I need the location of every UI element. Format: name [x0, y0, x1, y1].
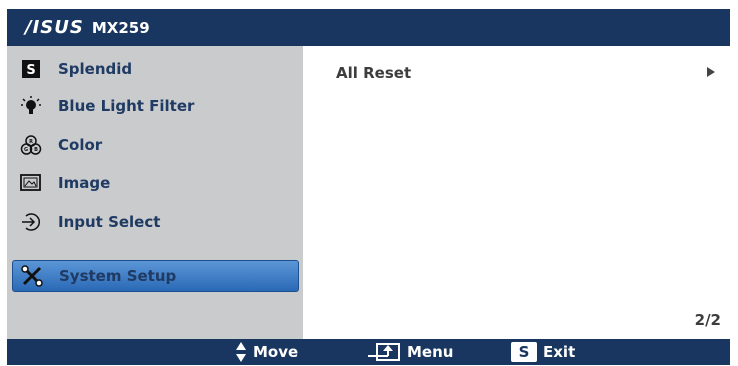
- sidebar-item-label: Blue Light Filter: [58, 97, 195, 115]
- sidebar-item-label: Input Select: [58, 213, 161, 231]
- sidebar-item-label: System Setup: [59, 267, 177, 285]
- osd-menu: /ISUS MX259 S Splendid Blue Light Filter…: [7, 9, 730, 365]
- all-reset-option[interactable]: All Reset: [336, 64, 716, 82]
- move-hint: Move: [235, 339, 298, 365]
- main-panel: All Reset 2/2: [303, 46, 730, 339]
- sidebar-item-image[interactable]: Image: [12, 167, 299, 199]
- sidebar-item-splendid[interactable]: S Splendid: [12, 53, 299, 85]
- svg-text:R: R: [29, 139, 33, 145]
- exit-label: Exit: [543, 343, 576, 361]
- sidebar: S Splendid Blue Light Filter R G B Color…: [7, 46, 303, 339]
- splendid-s-icon: S: [20, 58, 42, 80]
- up-down-arrows-icon: [235, 341, 247, 363]
- osd-footer: Move Menu S Exit: [7, 339, 730, 365]
- model-name: MX259: [91, 18, 150, 37]
- sidebar-item-label: Color: [58, 136, 103, 154]
- sidebar-item-input-select[interactable]: Input Select: [12, 206, 299, 238]
- sidebar-item-blue-light-filter[interactable]: Blue Light Filter: [12, 90, 299, 122]
- svg-text:B: B: [34, 147, 38, 153]
- menu-label: Menu: [407, 343, 454, 361]
- menu-hint: Menu: [367, 339, 453, 365]
- image-icon: [20, 172, 42, 194]
- exit-hint: S Exit: [511, 339, 575, 365]
- move-label: Move: [253, 343, 299, 361]
- triangle-right-icon: [706, 64, 716, 82]
- sidebar-item-system-setup[interactable]: System Setup: [12, 260, 299, 292]
- rgb-circles-icon: R G B: [20, 134, 42, 156]
- sidebar-item-color[interactable]: R G B Color: [12, 129, 299, 161]
- all-reset-label: All Reset: [336, 64, 412, 82]
- s-key-icon: S: [511, 342, 537, 362]
- page-indicator: 2/2: [694, 311, 721, 329]
- svg-text:S: S: [26, 63, 35, 78]
- sidebar-item-label: Image: [58, 174, 111, 192]
- osd-header: /ISUS MX259: [7, 9, 730, 46]
- svg-text:G: G: [24, 147, 28, 153]
- sidebar-item-label: Splendid: [58, 60, 133, 78]
- enter-key-icon: [367, 342, 401, 362]
- tools-icon: [21, 265, 43, 287]
- input-arrow-icon: [20, 211, 42, 233]
- light-bulb-icon: [20, 95, 42, 117]
- brand-logo: /ISUS: [25, 17, 84, 38]
